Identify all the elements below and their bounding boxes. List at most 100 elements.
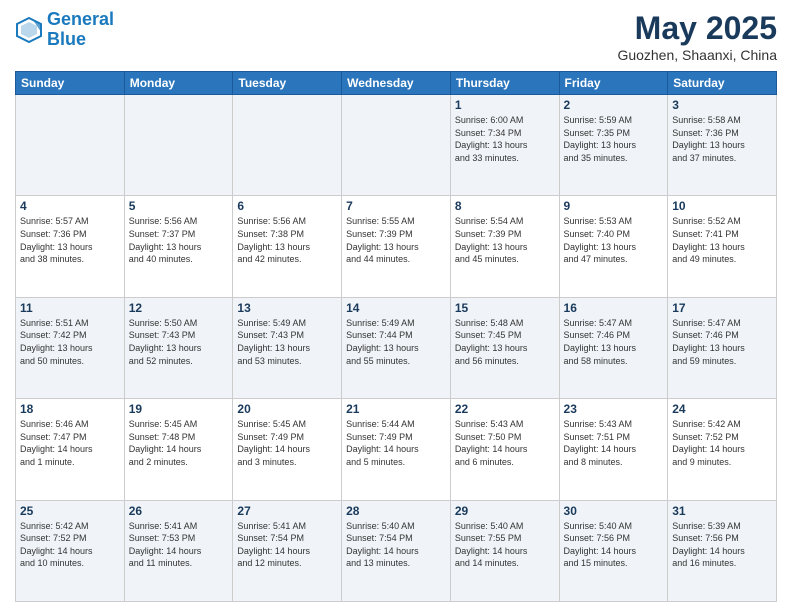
day-number: 29: [455, 504, 555, 518]
calendar-week-2: 4Sunrise: 5:57 AM Sunset: 7:36 PM Daylig…: [16, 196, 777, 297]
day-number: 17: [672, 301, 772, 315]
day-info: Sunrise: 5:59 AM Sunset: 7:35 PM Dayligh…: [564, 114, 664, 164]
day-info: Sunrise: 5:47 AM Sunset: 7:46 PM Dayligh…: [564, 317, 664, 367]
day-number: 4: [20, 199, 120, 213]
calendar-cell: [124, 95, 233, 196]
day-number: 22: [455, 402, 555, 416]
calendar-cell: 5 Sunrise: 5:56 AM Sunset: 7:37 PM Daylig…: [124, 196, 233, 297]
calendar-cell: 31 Sunrise: 5:39 AM Sunset: 7:56 PM Dayli…: [668, 500, 777, 601]
day-info: Sunrise: 5:50 AM Sunset: 7:43 PM Dayligh…: [129, 317, 229, 367]
day-info: Sunrise: 5:54 AM Sunset: 7:39 PM Dayligh…: [455, 215, 555, 265]
day-number: 5: [129, 199, 229, 213]
day-info: Sunrise: 5:45 AM Sunset: 7:48 PM Dayligh…: [129, 418, 229, 468]
logo-icon: [15, 16, 43, 44]
day-number: 18: [20, 402, 120, 416]
day-info: Sunrise: 5:41 AM Sunset: 7:53 PM Dayligh…: [129, 520, 229, 570]
weekday-header-saturday: Saturday: [668, 72, 777, 95]
logo: General Blue: [15, 10, 114, 50]
calendar-cell: 10 Sunrise: 5:52 AM Sunset: 7:41 PM Dayli…: [668, 196, 777, 297]
day-number: 3: [672, 98, 772, 112]
calendar-cell: 2 Sunrise: 5:59 AM Sunset: 7:35 PM Daylig…: [559, 95, 668, 196]
weekday-header-monday: Monday: [124, 72, 233, 95]
calendar-cell: 20 Sunrise: 5:45 AM Sunset: 7:49 PM Dayli…: [233, 399, 342, 500]
day-number: 6: [237, 199, 337, 213]
day-number: 10: [672, 199, 772, 213]
day-info: Sunrise: 5:42 AM Sunset: 7:52 PM Dayligh…: [20, 520, 120, 570]
calendar-cell: 25 Sunrise: 5:42 AM Sunset: 7:52 PM Dayli…: [16, 500, 125, 601]
calendar-cell: 22 Sunrise: 5:43 AM Sunset: 7:50 PM Dayli…: [450, 399, 559, 500]
day-info: Sunrise: 5:42 AM Sunset: 7:52 PM Dayligh…: [672, 418, 772, 468]
calendar-cell: 28 Sunrise: 5:40 AM Sunset: 7:54 PM Dayli…: [342, 500, 451, 601]
calendar-cell: 16 Sunrise: 5:47 AM Sunset: 7:46 PM Dayli…: [559, 297, 668, 398]
calendar-cell: 29 Sunrise: 5:40 AM Sunset: 7:55 PM Dayli…: [450, 500, 559, 601]
day-number: 27: [237, 504, 337, 518]
weekday-header-friday: Friday: [559, 72, 668, 95]
day-info: Sunrise: 5:47 AM Sunset: 7:46 PM Dayligh…: [672, 317, 772, 367]
calendar-cell: 12 Sunrise: 5:50 AM Sunset: 7:43 PM Dayli…: [124, 297, 233, 398]
calendar-cell: 26Sunrise: 5:41 AM Sunset: 7:53 PM Dayli…: [124, 500, 233, 601]
calendar-cell: 23Sunrise: 5:43 AM Sunset: 7:51 PM Dayli…: [559, 399, 668, 500]
day-number: 30: [564, 504, 664, 518]
header: General Blue May 2025 Guozhen, Shaanxi, …: [15, 10, 777, 63]
day-info: Sunrise: 5:40 AM Sunset: 7:54 PM Dayligh…: [346, 520, 446, 570]
day-number: 16: [564, 301, 664, 315]
calendar-cell: 21Sunrise: 5:44 AM Sunset: 7:49 PM Dayli…: [342, 399, 451, 500]
calendar-week-3: 11 Sunrise: 5:51 AM Sunset: 7:42 PM Dayli…: [16, 297, 777, 398]
day-number: 7: [346, 199, 446, 213]
day-number: 1: [455, 98, 555, 112]
logo-text: General Blue: [47, 10, 114, 50]
day-number: 13: [237, 301, 337, 315]
day-number: 11: [20, 301, 120, 315]
day-number: 28: [346, 504, 446, 518]
calendar-cell: 3 Sunrise: 5:58 AM Sunset: 7:36 PM Daylig…: [668, 95, 777, 196]
day-number: 24: [672, 402, 772, 416]
calendar-cell: 4Sunrise: 5:57 AM Sunset: 7:36 PM Daylig…: [16, 196, 125, 297]
calendar-cell: [233, 95, 342, 196]
day-info: Sunrise: 5:48 AM Sunset: 7:45 PM Dayligh…: [455, 317, 555, 367]
day-info: Sunrise: 5:56 AM Sunset: 7:38 PM Dayligh…: [237, 215, 337, 265]
day-info: Sunrise: 5:40 AM Sunset: 7:55 PM Dayligh…: [455, 520, 555, 570]
day-number: 2: [564, 98, 664, 112]
day-info: Sunrise: 5:49 AM Sunset: 7:43 PM Dayligh…: [237, 317, 337, 367]
day-info: Sunrise: 5:44 AM Sunset: 7:49 PM Dayligh…: [346, 418, 446, 468]
day-info: Sunrise: 5:52 AM Sunset: 7:41 PM Dayligh…: [672, 215, 772, 265]
day-info: Sunrise: 5:56 AM Sunset: 7:37 PM Dayligh…: [129, 215, 229, 265]
day-info: Sunrise: 5:46 AM Sunset: 7:47 PM Dayligh…: [20, 418, 120, 468]
day-number: 12: [129, 301, 229, 315]
day-info: Sunrise: 5:58 AM Sunset: 7:36 PM Dayligh…: [672, 114, 772, 164]
weekday-header-wednesday: Wednesday: [342, 72, 451, 95]
calendar-cell: 9 Sunrise: 5:53 AM Sunset: 7:40 PM Daylig…: [559, 196, 668, 297]
day-number: 23: [564, 402, 664, 416]
day-info: Sunrise: 5:49 AM Sunset: 7:44 PM Dayligh…: [346, 317, 446, 367]
day-info: Sunrise: 5:51 AM Sunset: 7:42 PM Dayligh…: [20, 317, 120, 367]
main-title: May 2025: [617, 10, 777, 47]
calendar-cell: 24 Sunrise: 5:42 AM Sunset: 7:52 PM Dayli…: [668, 399, 777, 500]
day-number: 20: [237, 402, 337, 416]
subtitle: Guozhen, Shaanxi, China: [617, 47, 777, 63]
day-info: Sunrise: 5:39 AM Sunset: 7:56 PM Dayligh…: [672, 520, 772, 570]
calendar-cell: 30 Sunrise: 5:40 AM Sunset: 7:56 PM Dayli…: [559, 500, 668, 601]
calendar-cell: 18 Sunrise: 5:46 AM Sunset: 7:47 PM Dayli…: [16, 399, 125, 500]
day-number: 25: [20, 504, 120, 518]
day-number: 31: [672, 504, 772, 518]
day-info: Sunrise: 6:00 AM Sunset: 7:34 PM Dayligh…: [455, 114, 555, 164]
calendar-week-4: 18 Sunrise: 5:46 AM Sunset: 7:47 PM Dayli…: [16, 399, 777, 500]
day-number: 15: [455, 301, 555, 315]
calendar-cell: [342, 95, 451, 196]
day-number: 19: [129, 402, 229, 416]
calendar-cell: 11 Sunrise: 5:51 AM Sunset: 7:42 PM Dayli…: [16, 297, 125, 398]
calendar-cell: 13 Sunrise: 5:49 AM Sunset: 7:43 PM Dayli…: [233, 297, 342, 398]
weekday-header-tuesday: Tuesday: [233, 72, 342, 95]
day-info: Sunrise: 5:40 AM Sunset: 7:56 PM Dayligh…: [564, 520, 664, 570]
calendar-cell: [16, 95, 125, 196]
calendar-cell: 1 Sunrise: 6:00 AM Sunset: 7:34 PM Daylig…: [450, 95, 559, 196]
calendar-cell: 8Sunrise: 5:54 AM Sunset: 7:39 PM Daylig…: [450, 196, 559, 297]
day-info: Sunrise: 5:41 AM Sunset: 7:54 PM Dayligh…: [237, 520, 337, 570]
weekday-header-row: SundayMondayTuesdayWednesdayThursdayFrid…: [16, 72, 777, 95]
day-info: Sunrise: 5:45 AM Sunset: 7:49 PM Dayligh…: [237, 418, 337, 468]
calendar-cell: 6 Sunrise: 5:56 AM Sunset: 7:38 PM Daylig…: [233, 196, 342, 297]
day-number: 9: [564, 199, 664, 213]
day-info: Sunrise: 5:55 AM Sunset: 7:39 PM Dayligh…: [346, 215, 446, 265]
day-info: Sunrise: 5:43 AM Sunset: 7:50 PM Dayligh…: [455, 418, 555, 468]
day-info: Sunrise: 5:53 AM Sunset: 7:40 PM Dayligh…: [564, 215, 664, 265]
